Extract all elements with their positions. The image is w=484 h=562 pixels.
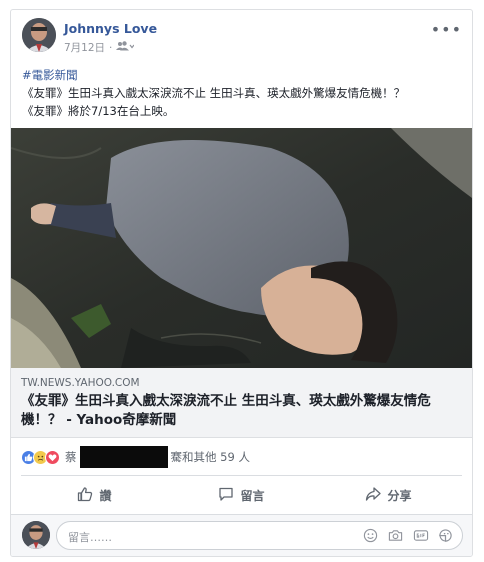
thumbs-up-icon [77, 486, 93, 505]
comment-composer: 留言…… [11, 514, 472, 556]
comment-icon [218, 486, 234, 505]
camera-icon[interactable] [387, 527, 404, 544]
link-preview-image[interactable] [11, 128, 472, 368]
reactor-name-start: 蔡 [65, 450, 77, 464]
like-button[interactable]: 讚 [21, 482, 168, 508]
post-date[interactable]: 7月12日 [64, 40, 105, 55]
hashtag-link[interactable]: #電影新聞 [22, 66, 467, 84]
divider [21, 475, 462, 476]
like-label: 讚 [99, 488, 112, 503]
post-text-line-1: 《友罪》生田斗真入戲太深淚流不止 生田斗真、瑛太戲外驚爆友情危機！？ [22, 86, 406, 100]
meta-separator: · [109, 41, 113, 54]
composer-divider [11, 514, 472, 515]
post-header: Johnnys Love 7月12日 · ••• [11, 10, 472, 64]
redacted-names [79, 446, 168, 468]
post-actions: 讚 留言 分享 [21, 482, 462, 508]
share-icon [365, 486, 382, 505]
link-domain: TW.NEWS.YAHOO.COM [21, 377, 140, 389]
reaction-summary: 和其他 59 人 [182, 450, 250, 464]
post-text-line-2: 《友罪》將於7/13在台上映。 [22, 104, 175, 118]
comment-input[interactable]: 留言…… [56, 521, 463, 550]
sticker-icon[interactable] [437, 527, 454, 544]
gif-icon[interactable] [412, 527, 429, 544]
link-title[interactable]: 《友罪》生田斗真入戲太深淚流不止 生田斗真、瑛太戲外驚爆友情危機！？ - Yah… [21, 392, 463, 430]
share-label: 分享 [387, 488, 412, 503]
facebook-post-card: Johnnys Love 7月12日 · ••• #電影新聞 《友罪》生田斗真入… [10, 9, 473, 557]
comment-label: 留言 [240, 488, 265, 503]
author-name[interactable]: Johnnys Love [64, 21, 157, 36]
comment-tools [362, 527, 454, 544]
post-text: #電影新聞 《友罪》生田斗真入戲太深淚流不止 生田斗真、瑛太戲外驚爆友情危機！？… [22, 66, 467, 120]
link-preview[interactable]: TW.NEWS.YAHOO.COM 《友罪》生田斗真入戲太深淚流不止 生田斗真、… [11, 368, 472, 438]
reactor-name-mid: 騫 [170, 450, 183, 464]
more-options-icon[interactable]: ••• [431, 20, 462, 39]
post-meta: 7月12日 · [64, 40, 135, 55]
audience-icon[interactable] [116, 41, 135, 54]
emoji-icon[interactable] [362, 527, 379, 544]
reaction-names[interactable]: 蔡 騫 和其他 59 人 [65, 446, 250, 468]
viewer-avatar[interactable] [22, 521, 50, 549]
comment-button[interactable]: 留言 [168, 482, 315, 508]
share-button[interactable]: 分享 [315, 482, 462, 508]
comment-placeholder: 留言…… [68, 531, 112, 544]
author-avatar[interactable] [22, 18, 56, 52]
reactions-bar[interactable]: 蔡 騫 和其他 59 人 [21, 446, 462, 468]
love-reaction-icon [45, 449, 60, 465]
